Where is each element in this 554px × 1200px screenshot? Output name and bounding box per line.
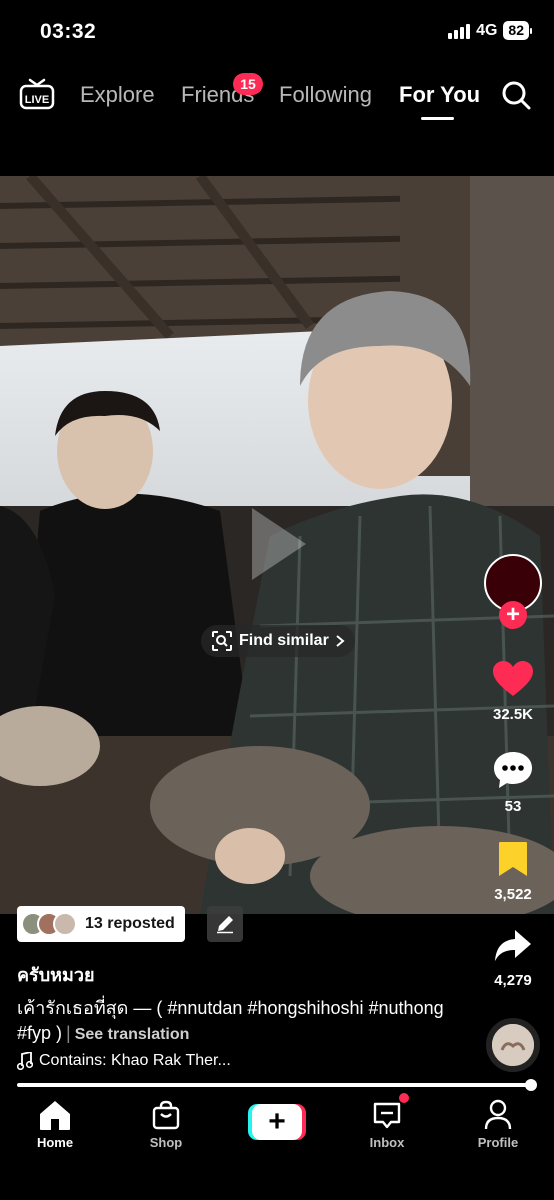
status-bar: 03:32 4G 82 [0, 0, 554, 66]
inbox-notification-dot [399, 1093, 409, 1103]
comment-icon [494, 752, 532, 788]
reposted-chip[interactable]: 13 reposted [17, 906, 185, 942]
music-label: Contains: Khao Rak Ther... [39, 1052, 231, 1069]
chevron-right-icon [336, 635, 345, 647]
avatar [53, 912, 77, 936]
bottom-nav: Home Shop + Inbox Profile [0, 1092, 554, 1200]
visual-search-icon [212, 631, 232, 651]
share-icon [495, 930, 531, 961]
share-count: 4,279 [494, 972, 532, 989]
friends-badge: 15 [233, 73, 263, 95]
plus-icon: + [252, 1104, 302, 1140]
repost-avatars [21, 912, 77, 936]
music-info[interactable]: Contains: Khao Rak Ther... [17, 1052, 231, 1070]
tab-explore[interactable]: Explore [80, 82, 155, 108]
tab-for-you[interactable]: For You [399, 82, 480, 108]
share-button[interactable]: 4,279 [478, 928, 548, 989]
progress-handle[interactable] [525, 1079, 537, 1091]
nav-inbox-label: Inbox [369, 1135, 405, 1150]
comment-button[interactable]: 53 [478, 750, 548, 815]
reposted-label: 13 reposted [85, 915, 175, 932]
nav-profile-label: Profile [477, 1135, 519, 1150]
profile-icon [484, 1099, 512, 1130]
live-label: LIVE [25, 94, 49, 106]
status-indicators: 4G 82 [448, 21, 532, 40]
save-button[interactable]: 3,522 [478, 840, 548, 903]
video-player[interactable] [0, 176, 554, 914]
music-disc[interactable] [486, 1018, 540, 1072]
like-count: 32.5K [492, 706, 534, 723]
signal-icon [448, 23, 471, 39]
video-progress-bar[interactable] [17, 1083, 531, 1087]
top-nav: LIVE Explore Friends 15 Following For Yo… [0, 70, 554, 126]
nav-home-label: Home [36, 1135, 74, 1150]
find-similar-label: Find similar [239, 632, 329, 649]
pencil-icon [217, 916, 233, 934]
battery-level: 82 [503, 21, 529, 40]
inbox-icon [373, 1102, 401, 1129]
heart-icon [493, 661, 533, 696]
battery-icon: 82 [503, 21, 532, 40]
username[interactable]: ครับหมวย [17, 960, 95, 989]
status-time: 03:32 [40, 20, 97, 43]
comment-count: 53 [504, 798, 522, 815]
play-icon [252, 508, 306, 580]
create-button[interactable]: + [248, 1104, 306, 1140]
bookmark-icon [499, 842, 527, 876]
nav-shop-label: Shop [149, 1135, 183, 1150]
like-button[interactable]: 32.5K [478, 660, 548, 723]
follow-button[interactable]: + [499, 601, 527, 629]
nav-inbox[interactable]: Inbox [342, 1098, 432, 1150]
save-count: 3,522 [494, 886, 532, 903]
search-icon[interactable] [500, 79, 532, 111]
nav-home[interactable]: Home [10, 1098, 100, 1150]
network-type: 4G [476, 21, 498, 39]
see-translation-link[interactable]: See translation [75, 1026, 190, 1043]
active-tab-indicator [421, 117, 454, 120]
music-note-icon [17, 1052, 33, 1070]
tab-following[interactable]: Following [279, 82, 372, 108]
edit-button[interactable] [207, 906, 243, 942]
caption[interactable]: เค้ารักเธอที่สุด — ( #nnutdan #hongshiho… [17, 996, 457, 1047]
home-icon [40, 1101, 70, 1130]
live-icon[interactable]: LIVE [19, 78, 55, 112]
shopping-bag-icon [152, 1100, 180, 1130]
nav-shop[interactable]: Shop [121, 1098, 211, 1150]
find-similar-button[interactable]: Find similar [201, 625, 355, 657]
nav-profile[interactable]: Profile [453, 1098, 543, 1150]
sound-cover [492, 1024, 534, 1066]
